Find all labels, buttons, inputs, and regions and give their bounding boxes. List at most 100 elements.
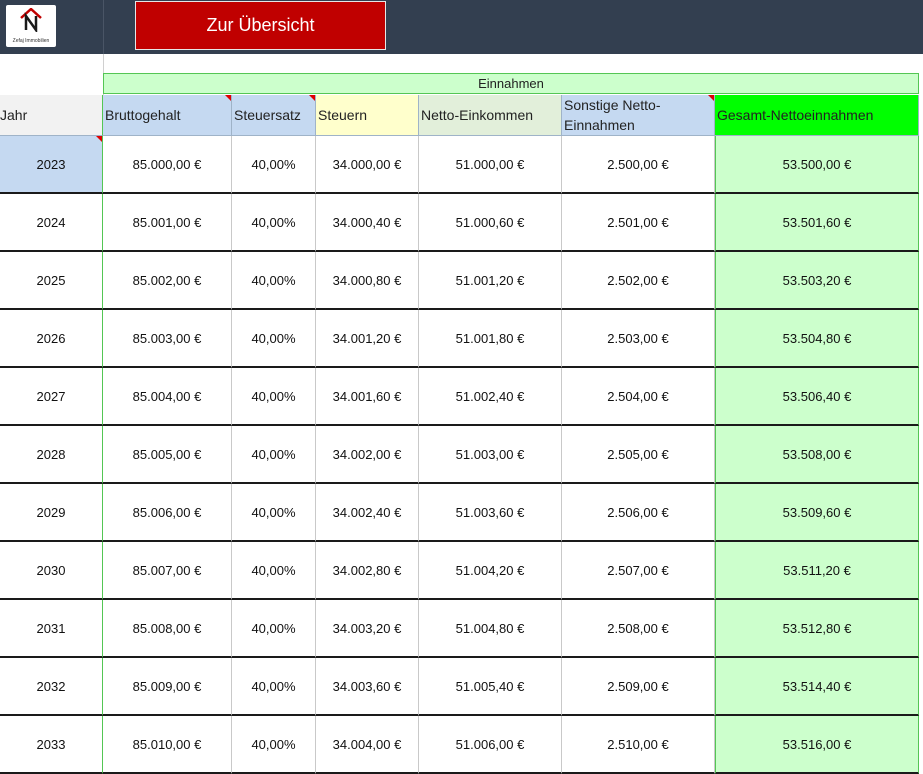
cell-brutto[interactable]: 85.002,00 € (103, 252, 232, 310)
cell-jahr[interactable]: 2029 (0, 484, 103, 542)
column-header-gesamt[interactable]: Gesamt-Nettoeinnahmen (715, 95, 919, 136)
cell-steuern[interactable]: 34.004,00 € (316, 716, 419, 774)
cell-gesamt[interactable]: 53.500,00 € (715, 136, 919, 194)
cell-brutto[interactable]: 85.007,00 € (103, 542, 232, 600)
cell-steuern[interactable]: 34.002,40 € (316, 484, 419, 542)
cell-netto[interactable]: 51.001,20 € (419, 252, 562, 310)
cell-brutto[interactable]: 85.000,00 € (103, 136, 232, 194)
cell-netto[interactable]: 51.000,60 € (419, 194, 562, 252)
table-row: 2033 85.010,00 €40,00% 34.004,00 €51.006,0… (0, 716, 923, 774)
cell-netto[interactable]: 51.001,80 € (419, 310, 562, 368)
cell-steuern[interactable]: 34.002,80 € (316, 542, 419, 600)
cell-sonst[interactable]: 2.510,00 € (562, 716, 715, 774)
cell-jahr[interactable]: 2033 (0, 716, 103, 774)
table-row: 2027 85.004,00 €40,00% 34.001,60 €51.002,4… (0, 368, 923, 426)
cell-brutto[interactable]: 85.006,00 € (103, 484, 232, 542)
column-header-label: Steuern (318, 107, 368, 123)
cell-satz[interactable]: 40,00% (232, 136, 316, 194)
cell-netto[interactable]: 51.000,00 € (419, 136, 562, 194)
cell-satz[interactable]: 40,00% (232, 252, 316, 310)
cell-netto[interactable]: 51.003,60 € (419, 484, 562, 542)
cell-sonst[interactable]: 2.501,00 € (562, 194, 715, 252)
cell-satz[interactable]: 40,00% (232, 600, 316, 658)
cell-sonst[interactable]: 2.507,00 € (562, 542, 715, 600)
cell-jahr[interactable]: 2023 (0, 136, 103, 194)
cell-gesamt[interactable]: 53.512,80 € (715, 600, 919, 658)
cell-steuern[interactable]: 34.000,80 € (316, 252, 419, 310)
cell-jahr[interactable]: 2032 (0, 658, 103, 716)
cell-netto[interactable]: 51.003,00 € (419, 426, 562, 484)
cell-satz[interactable]: 40,00% (232, 484, 316, 542)
cell-netto[interactable]: 51.005,40 € (419, 658, 562, 716)
column-header-label: Steuersatz (234, 107, 301, 123)
cell-brutto[interactable]: 85.009,00 € (103, 658, 232, 716)
company-logo: Zefaj Immobilien (6, 5, 56, 47)
cell-jahr[interactable]: 2027 (0, 368, 103, 426)
column-header-label: Gesamt-Nettoeinnahmen (717, 107, 874, 123)
cell-steuern[interactable]: 34.001,20 € (316, 310, 419, 368)
cell-satz[interactable]: 40,00% (232, 542, 316, 600)
cell-sonst[interactable]: 2.509,00 € (562, 658, 715, 716)
cell-steuern[interactable]: 34.003,60 € (316, 658, 419, 716)
cell-jahr[interactable]: 2031 (0, 600, 103, 658)
column-header-label: Bruttogehalt (105, 107, 181, 123)
cell-steuern[interactable]: 34.000,00 € (316, 136, 419, 194)
cell-gesamt[interactable]: 53.501,60 € (715, 194, 919, 252)
cell-steuern[interactable]: 34.003,20 € (316, 600, 419, 658)
column-header-jahr[interactable]: Jahr (0, 95, 103, 136)
cell-satz[interactable]: 40,00% (232, 194, 316, 252)
cell-netto[interactable]: 51.002,40 € (419, 368, 562, 426)
cell-jahr[interactable]: 2025 (0, 252, 103, 310)
cell-gesamt[interactable]: 53.503,20 € (715, 252, 919, 310)
column-header-sonst[interactable]: Sonstige Netto-Einnahmen (562, 95, 715, 136)
cell-satz[interactable]: 40,00% (232, 716, 316, 774)
cell-satz[interactable]: 40,00% (232, 310, 316, 368)
cell-steuern[interactable]: 34.002,00 € (316, 426, 419, 484)
column-header-label: Jahr (0, 107, 28, 123)
column-header-satz[interactable]: Steuersatz (232, 95, 316, 136)
cell-sonst[interactable]: 2.505,00 € (562, 426, 715, 484)
cell-sonst[interactable]: 2.506,00 € (562, 484, 715, 542)
cell-steuern[interactable]: 34.001,60 € (316, 368, 419, 426)
cell-gesamt[interactable]: 53.516,00 € (715, 716, 919, 774)
column-header-brutto[interactable]: Bruttogehalt (103, 95, 232, 136)
column-header-netto[interactable]: Netto-Einkommen (419, 95, 562, 136)
overview-button[interactable]: Zur Übersicht (135, 1, 386, 50)
table-row: 2026 85.003,00 €40,00% 34.001,20 €51.001,8… (0, 310, 923, 368)
cell-gesamt[interactable]: 53.504,80 € (715, 310, 919, 368)
cell-sonst[interactable]: 2.508,00 € (562, 600, 715, 658)
cell-satz[interactable]: 40,00% (232, 658, 316, 716)
cell-brutto[interactable]: 85.004,00 € (103, 368, 232, 426)
cell-gesamt[interactable]: 53.509,60 € (715, 484, 919, 542)
logo-text: Zefaj Immobilien (12, 38, 50, 44)
cell-brutto[interactable]: 85.010,00 € (103, 716, 232, 774)
cell-netto[interactable]: 51.004,20 € (419, 542, 562, 600)
cell-jahr[interactable]: 2028 (0, 426, 103, 484)
cell-netto[interactable]: 51.004,80 € (419, 600, 562, 658)
cell-netto[interactable]: 51.006,00 € (419, 716, 562, 774)
cell-jahr[interactable]: 2026 (0, 310, 103, 368)
column-header-steuern[interactable]: Steuern (316, 95, 419, 136)
cell-sonst[interactable]: 2.504,00 € (562, 368, 715, 426)
cell-brutto[interactable]: 85.008,00 € (103, 600, 232, 658)
cell-sonst[interactable]: 2.500,00 € (562, 136, 715, 194)
cell-satz[interactable]: 40,00% (232, 426, 316, 484)
table-row: 2030 85.007,00 €40,00% 34.002,80 €51.004,2… (0, 542, 923, 600)
cell-sonst[interactable]: 2.503,00 € (562, 310, 715, 368)
cell-jahr[interactable]: 2024 (0, 194, 103, 252)
table-row: 2023 85.000,00 €40,00% 34.000,00 €51.000,0… (0, 136, 923, 194)
table-row: 2024 85.001,00 €40,00% 34.000,40 €51.000,6… (0, 194, 923, 252)
cell-brutto[interactable]: 85.005,00 € (103, 426, 232, 484)
table-row: 2032 85.009,00 €40,00% 34.003,60 €51.005,4… (0, 658, 923, 716)
cell-satz[interactable]: 40,00% (232, 368, 316, 426)
cell-gesamt[interactable]: 53.514,40 € (715, 658, 919, 716)
cell-steuern[interactable]: 34.000,40 € (316, 194, 419, 252)
cell-gesamt[interactable]: 53.508,00 € (715, 426, 919, 484)
cell-brutto[interactable]: 85.003,00 € (103, 310, 232, 368)
cell-sonst[interactable]: 2.502,00 € (562, 252, 715, 310)
cell-brutto[interactable]: 85.001,00 € (103, 194, 232, 252)
table-row: 2025 85.002,00 €40,00% 34.000,80 €51.001,2… (0, 252, 923, 310)
cell-gesamt[interactable]: 53.506,40 € (715, 368, 919, 426)
cell-gesamt[interactable]: 53.511,20 € (715, 542, 919, 600)
cell-jahr[interactable]: 2030 (0, 542, 103, 600)
